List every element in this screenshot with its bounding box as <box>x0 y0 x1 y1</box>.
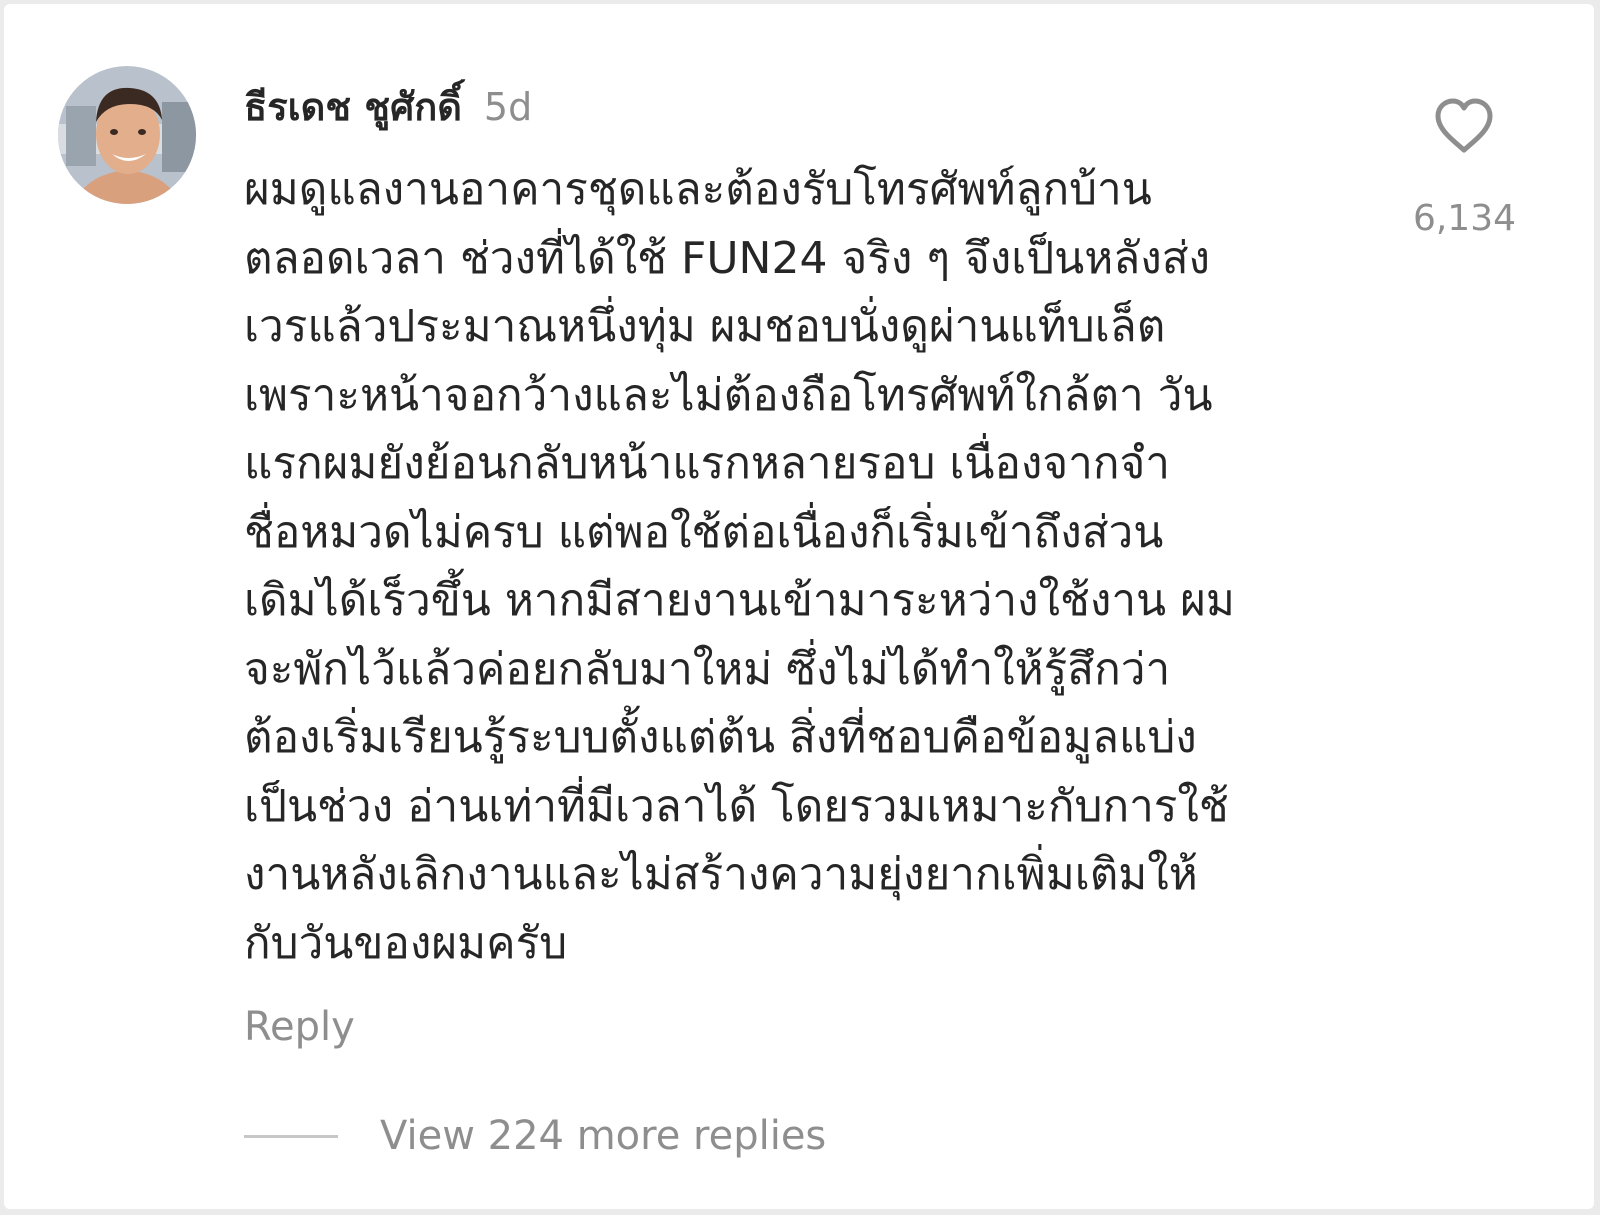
reply-button[interactable]: Reply <box>244 1004 355 1050</box>
view-replies-button[interactable]: View 224 more replies <box>244 1106 826 1166</box>
comment-text: ผมดูแลงานอาคารชุดและต้องรับโทรศัพท์ลูกบ้… <box>244 156 1354 978</box>
username[interactable]: ธีรเดช ชูศักดิ์ <box>244 76 462 137</box>
like-area: 6,134 <box>1404 96 1534 256</box>
comment-text-line: เวรแล้วประมาณหนึ่งทุ่ม ผมชอบนั่งดูผ่านแท… <box>244 301 1166 352</box>
comment-header: ธีรเดช ชูศักดิ์ 5d <box>244 76 532 132</box>
timestamp: 5d <box>483 85 533 129</box>
comment-text-line: เพราะหน้าจอกว้างและไม่ต้องถือโทรศัพท์ใกล… <box>244 369 1213 421</box>
view-replies-label: View 224 more replies <box>380 1113 827 1159</box>
profile-photo-icon <box>58 66 196 204</box>
comment-card: ธีรเดช ชูศักดิ์ 5d ผมดูแลงานอาคารชุดและต… <box>4 4 1594 1209</box>
comment-text-line: ต้องเริ่มเรียนรู้ระบบตั้งแต่ต้น สิ่งที่ช… <box>244 712 1197 763</box>
comment-text-line: กับวันของผมครับ <box>244 917 568 969</box>
heart-outline-icon <box>1435 98 1493 153</box>
replies-divider <box>244 1134 338 1138</box>
comment-text-line: จะพักไว้แล้วค่อยกลับมาใหม่ ซึ่งไม่ได้ทำใ… <box>244 643 1171 695</box>
comment-text-line: ชื่อหมวดไม่ครบ แต่พอใช้ต่อเนื่องก็เริ่มเ… <box>244 506 1164 558</box>
comment-text-line: ผมดูแลงานอาคารชุดและต้องรับโทรศัพท์ลูกบ้… <box>244 164 1152 215</box>
avatar[interactable] <box>58 66 196 204</box>
like-count: 6,134 <box>1412 198 1516 239</box>
comment-text-line: ตลอดเวลา ช่วงที่ได้ใช้ FUN24 จริง ๆ จึงเ… <box>244 232 1211 284</box>
comment-text-line: เป็นช่วง อ่านเท่าที่มีเวลาได้ โดยรวมเหมา… <box>244 780 1229 832</box>
like-button[interactable] <box>1432 96 1496 156</box>
comment-text-line: แรกผมยังย้อนกลับหน้าแรกหลายรอบ เนื่องจาก… <box>244 438 1170 489</box>
comment-text-line: เดิมได้เร็วขึ้น หากมีสายงานเข้ามาระหว่าง… <box>244 575 1235 626</box>
comment-text-line: งานหลังเลิกงานและไม่สร้างความยุ่งยากเพิ่… <box>244 849 1198 900</box>
